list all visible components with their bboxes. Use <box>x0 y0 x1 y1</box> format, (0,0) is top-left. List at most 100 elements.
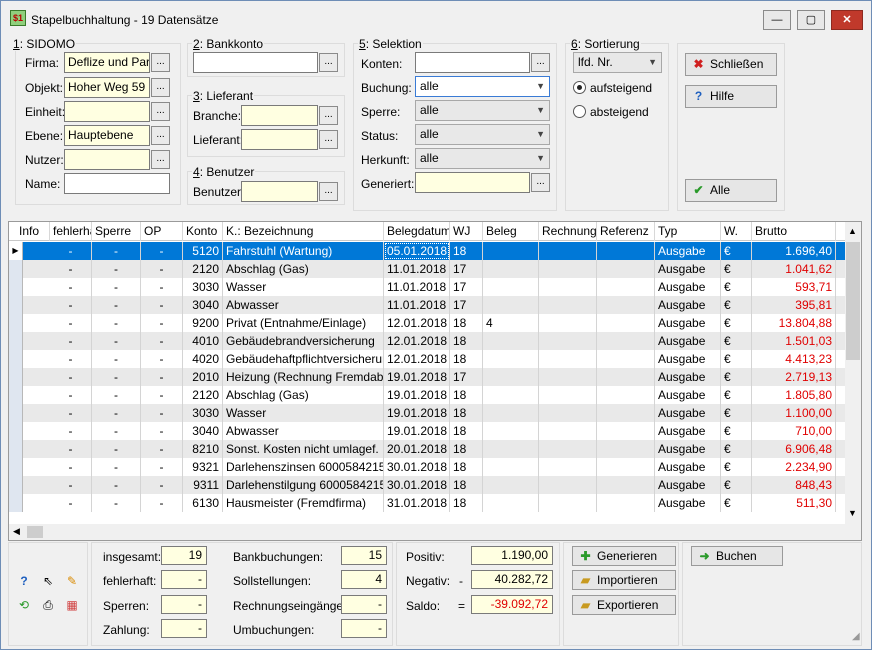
table-cell[interactable]: Abwasser <box>223 296 384 314</box>
table-cell[interactable]: 18 <box>450 422 483 440</box>
table-row[interactable]: - - -9321 Darlehenszinsen 6000584215 30.01.2… <box>9 458 847 476</box>
table-cell[interactable]: Ausgabe <box>655 296 721 314</box>
nutzer-field[interactable] <box>64 149 150 170</box>
pointer-icon[interactable]: ⇖ <box>39 572 57 590</box>
table-cell[interactable]: € <box>721 404 752 422</box>
table-cell[interactable] <box>483 260 539 278</box>
table-cell[interactable]: 17 <box>450 296 483 314</box>
sperre-select[interactable]: alle ▼ <box>415 100 550 121</box>
table-cell[interactable] <box>539 350 597 368</box>
table-cell[interactable]: Darlehenstilgung 6000584215 <box>223 476 384 494</box>
table-cell[interactable] <box>539 332 597 350</box>
row-indicator[interactable] <box>9 296 23 314</box>
table-cell[interactable]: 6.906,48 <box>752 440 836 458</box>
table-cell[interactable]: 31.01.2018 <box>384 494 450 512</box>
horizontal-scroll-thumb[interactable] <box>27 526 43 538</box>
table-cell[interactable]: - <box>141 242 183 260</box>
table-cell[interactable]: 2.234,90 <box>752 458 836 476</box>
table-cell[interactable]: 17 <box>450 278 483 296</box>
vertical-scroll-thumb[interactable] <box>846 242 860 360</box>
table-cell[interactable]: 9311 <box>183 476 223 494</box>
table-cell[interactable]: - <box>141 422 183 440</box>
table-cell[interactable] <box>597 332 655 350</box>
table-cell[interactable] <box>483 404 539 422</box>
table-cell[interactable]: 710,00 <box>752 422 836 440</box>
table-cell[interactable] <box>539 404 597 422</box>
table-cell[interactable]: Abschlag (Gas) <box>223 386 384 404</box>
table-cell[interactable]: 4020 <box>183 350 223 368</box>
all-button[interactable]: ✔ Alle <box>685 179 777 202</box>
table-cell[interactable]: 12.01.2018 <box>384 350 450 368</box>
table-cell[interactable]: - <box>50 476 92 494</box>
table-cell[interactable]: 12.01.2018 <box>384 332 450 350</box>
row-indicator[interactable] <box>9 278 23 296</box>
table-cell[interactable]: - <box>92 332 141 350</box>
table-cell[interactable]: - <box>92 350 141 368</box>
printer-icon[interactable]: ⎙ <box>39 596 57 614</box>
table-cell[interactable]: 3040 <box>183 422 223 440</box>
table-cell[interactable]: Ausgabe <box>655 332 721 350</box>
table-row[interactable]: - - -4020 Gebäudehaftpflichtversicherung 12.… <box>9 350 847 368</box>
table-cell[interactable]: - <box>50 242 92 260</box>
table-cell[interactable]: 19.01.2018 <box>384 422 450 440</box>
sortierung-select[interactable]: lfd. Nr. ▼ <box>573 52 662 73</box>
help-button[interactable]: ? Hilfe <box>685 85 777 108</box>
table-cell[interactable]: - <box>50 386 92 404</box>
table-cell[interactable]: 9321 <box>183 458 223 476</box>
table-cell[interactable]: € <box>721 260 752 278</box>
table-cell[interactable]: Gebäudehaftpflichtversicherung <box>223 350 384 368</box>
table-cell[interactable] <box>597 386 655 404</box>
column-header[interactable]: Sperre <box>92 222 141 241</box>
table-cell[interactable]: - <box>92 458 141 476</box>
status-select[interactable]: alle ▼ <box>415 124 550 145</box>
table-cell[interactable]: Ausgabe <box>655 440 721 458</box>
table-cell[interactable] <box>597 368 655 386</box>
column-header[interactable]: fehlerhaft <box>50 222 92 241</box>
column-header[interactable]: W. <box>721 222 752 241</box>
lieferant-browse-button[interactable]: ... <box>319 130 338 149</box>
column-header[interactable]: Rechnung <box>539 222 597 241</box>
table-cell[interactable] <box>539 386 597 404</box>
scroll-left-icon[interactable]: ◀ <box>13 526 20 537</box>
table-cell[interactable]: 2010 <box>183 368 223 386</box>
pencil-icon[interactable]: ✎ <box>63 572 81 590</box>
table-cell[interactable] <box>483 296 539 314</box>
table-cell[interactable]: € <box>721 368 752 386</box>
table-cell[interactable]: - <box>92 296 141 314</box>
maximize-button[interactable]: ▢ <box>797 10 825 30</box>
sort-descending-radio[interactable] <box>573 105 586 118</box>
table-cell[interactable]: - <box>141 458 183 476</box>
table-cell[interactable]: 2120 <box>183 386 223 404</box>
row-indicator[interactable] <box>9 260 23 278</box>
import-button[interactable]: ▰ Importieren <box>572 570 676 590</box>
table-cell[interactable]: 11.01.2018 <box>384 260 450 278</box>
table-cell[interactable] <box>597 458 655 476</box>
scroll-down-icon[interactable]: ▼ <box>848 508 857 518</box>
table-cell[interactable] <box>483 242 539 260</box>
table-cell[interactable] <box>597 494 655 512</box>
generate-button[interactable]: ✚ Generieren <box>572 546 676 566</box>
table-cell[interactable]: € <box>721 242 752 260</box>
column-header[interactable]: OP <box>141 222 183 241</box>
bookings-table[interactable]: InfofehlerhaftSperreOPKontoK.: Bezeichnu… <box>8 221 862 541</box>
table-cell[interactable]: 511,30 <box>752 494 836 512</box>
table-cell[interactable]: Ausgabe <box>655 494 721 512</box>
lieferant-field[interactable] <box>241 129 318 150</box>
refresh-icon[interactable]: ⟲ <box>15 596 33 614</box>
table-cell[interactable]: Ausgabe <box>655 368 721 386</box>
table-cell[interactable] <box>483 476 539 494</box>
objekt-field[interactable]: Hoher Weg 59 - <box>64 77 150 98</box>
table-cell[interactable]: 1.100,00 <box>752 404 836 422</box>
table-cell[interactable]: 848,43 <box>752 476 836 494</box>
table-row[interactable]: - - -3040 Abwasser 19.01.2018 18 Ausgabe €710,0… <box>9 422 847 440</box>
table-cell[interactable]: - <box>92 494 141 512</box>
buchung-select[interactable]: alle ▼ <box>415 76 550 97</box>
buchen-button[interactable]: ➜ Buchen <box>691 546 783 566</box>
row-indicator[interactable] <box>9 494 23 512</box>
table-row[interactable]: - - -2120 Abschlag (Gas) 19.01.2018 18 Ausgabe… <box>9 386 847 404</box>
table-cell[interactable]: 11.01.2018 <box>384 278 450 296</box>
scroll-up-icon[interactable]: ▲ <box>848 226 857 236</box>
table-cell[interactable] <box>539 494 597 512</box>
table-cell[interactable]: 4 <box>483 314 539 332</box>
table-cell[interactable] <box>483 458 539 476</box>
